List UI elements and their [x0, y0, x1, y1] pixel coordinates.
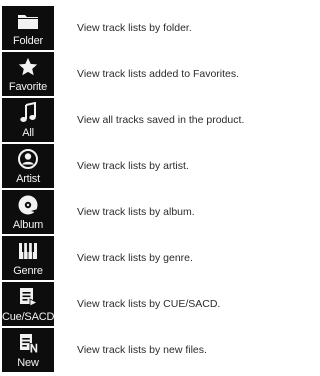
all-tile[interactable]: All	[2, 98, 54, 142]
list-item-new: New View track lists by new files.	[0, 328, 266, 372]
music-note-icon	[2, 101, 54, 125]
album-tile[interactable]: Album	[2, 190, 54, 234]
new-tile[interactable]: New	[2, 328, 54, 372]
folder-description: View track lists by folder.	[77, 22, 192, 34]
artist-icon	[2, 147, 54, 171]
folder-tile[interactable]: Folder	[2, 6, 54, 50]
list-item-album: Album View track lists by album.	[0, 190, 266, 234]
cue-sacd-tile[interactable]: Cue/SACD	[2, 282, 54, 326]
genre-tile[interactable]: Genre	[2, 236, 54, 280]
genre-description: View track lists by genre.	[77, 252, 193, 264]
new-label: New	[17, 357, 39, 369]
new-files-icon	[2, 331, 54, 355]
genre-label: Genre	[13, 265, 43, 277]
cue-sacd-icon	[2, 285, 54, 309]
star-icon	[2, 55, 54, 79]
folder-label: Folder	[13, 35, 43, 47]
favorite-description: View track lists added to Favorites.	[77, 68, 240, 80]
list-item-genre: Genre View track lists by genre.	[0, 236, 266, 280]
favorite-tile[interactable]: Favorite	[2, 52, 54, 96]
list-item-all: All View all tracks saved in the product…	[0, 98, 266, 142]
album-label: Album	[12, 219, 44, 231]
list-item-folder: Folder View track lists by folder.	[0, 6, 266, 50]
list-item-artist: Artist View track lists by artist.	[0, 144, 266, 188]
favorite-label: Favorite	[8, 81, 48, 93]
artist-label: Artist	[16, 173, 40, 185]
new-description: View track lists by new files.	[77, 344, 207, 356]
all-label: All	[22, 127, 34, 139]
cue-sacd-label: Cue/SACD	[2, 311, 55, 323]
piano-keys-icon	[2, 239, 54, 263]
album-disc-icon	[2, 193, 54, 217]
artist-tile[interactable]: Artist	[2, 144, 54, 188]
list-item-cue-sacd: Cue/SACD View track lists by CUE/SACD.	[0, 282, 266, 326]
all-description: View all tracks saved in the product.	[77, 114, 245, 126]
list-item-favorite: Favorite View track lists added to Favor…	[0, 52, 266, 96]
artist-description: View track lists by artist.	[77, 160, 189, 172]
folder-icon	[2, 9, 54, 33]
cue-sacd-description: View track lists by CUE/SACD.	[77, 298, 221, 310]
album-description: View track lists by album.	[77, 206, 195, 218]
